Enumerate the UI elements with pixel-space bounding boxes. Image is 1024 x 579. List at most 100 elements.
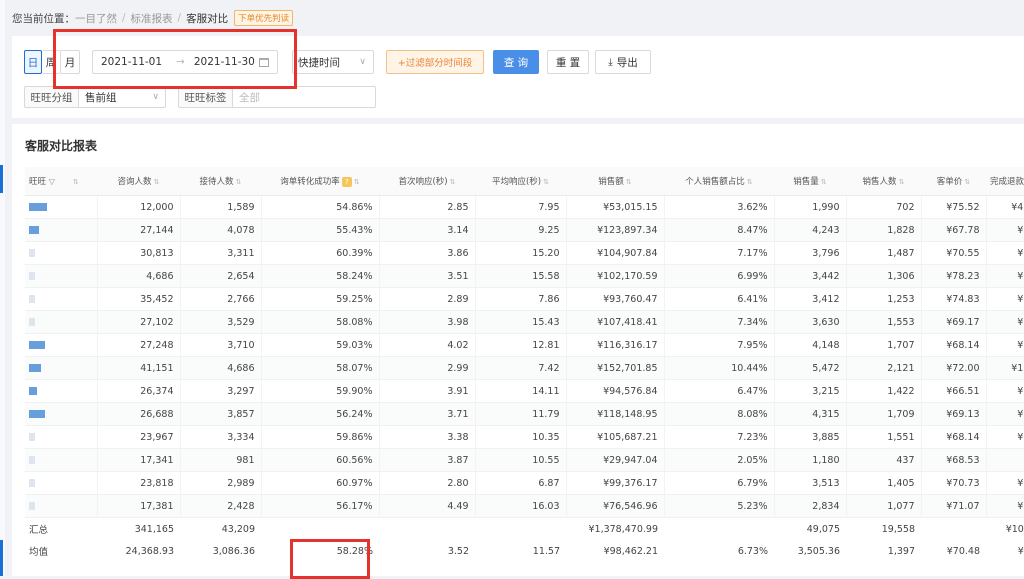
column-header[interactable]: 个人销售额占比 ⇅ <box>664 167 774 196</box>
table-cell: 59.25% <box>261 287 380 311</box>
table-cell: ¥123,897.34 <box>566 218 665 242</box>
tag-select[interactable]: 全部 <box>232 86 376 108</box>
table-row[interactable]: 41,151 4,686 58.07% 2.99 7.42 ¥152,701.85 10.4… <box>25 356 1024 380</box>
table-cell: 3.91 <box>379 379 476 403</box>
help-icon[interactable]: ? <box>341 177 352 187</box>
table-row[interactable]: 27,102 3,529 58.08% 3.98 15.43 ¥107,418.41 7.3… <box>25 310 1024 334</box>
table-cell: 27,248 <box>97 333 181 357</box>
table-cell: 2,989 <box>180 471 262 495</box>
summary-label: 汇总 <box>25 517 97 540</box>
export-button[interactable]: ⤓ 导出 <box>595 50 651 74</box>
column-header[interactable]: 完成退款金额⇅ <box>986 167 1024 196</box>
table-cell: ¥2,1 <box>986 448 1024 472</box>
cell-wangwang <box>25 448 98 472</box>
summary-cell: 49,075 <box>774 517 846 540</box>
table-cell: ¥66.51 <box>921 379 987 403</box>
tag-select-placeholder: 全部 <box>239 91 260 104</box>
summary-cell: 341,165 <box>97 517 180 540</box>
sort-icon[interactable]: ⇅ <box>450 178 456 186</box>
table-cell: 2,766 <box>180 287 262 311</box>
group-select[interactable]: 售前组 ∨ <box>78 86 166 108</box>
table-cell: 3.71 <box>379 402 476 426</box>
wangwang-avatar <box>29 502 35 510</box>
table-row[interactable]: 23,818 2,989 60.97% 2.80 6.87 ¥99,376.17 6.79%… <box>25 471 1024 495</box>
table-row[interactable]: 35,452 2,766 59.25% 2.89 7.86 ¥93,760.47 6.41%… <box>25 287 1024 311</box>
table-row[interactable]: 26,688 3,857 56.24% 3.71 11.79 ¥118,148.95 8.0… <box>25 402 1024 426</box>
reset-button[interactable]: 重 置 <box>547 50 589 74</box>
granularity-day-button[interactable]: 日 <box>24 50 42 74</box>
query-button[interactable]: 查 询 <box>493 50 539 74</box>
table-row[interactable]: 17,341 981 60.56% 3.87 10.55 ¥29,947.04 2.05% 1… <box>25 448 1024 472</box>
table-row[interactable]: 4,686 2,654 58.24% 3.51 15.58 ¥102,170.59 6.99… <box>25 264 1024 288</box>
date-end[interactable]: 2021-11-30 <box>194 56 255 68</box>
wangwang-avatar <box>29 456 35 464</box>
granularity-month-button[interactable]: 月 <box>60 50 80 74</box>
column-header[interactable]: 销售额 ⇅ <box>566 167 664 196</box>
table-cell: 7.17% <box>664 241 775 265</box>
summary-cell: 1,397 <box>846 540 921 562</box>
table-row[interactable]: 12,000 1,589 54.86% 2.85 7.95 ¥53,015.15 3.62%… <box>25 195 1024 219</box>
table-cell: 4,686 <box>97 264 181 288</box>
cell-wangwang <box>25 310 98 334</box>
table-cell: 2,654 <box>180 264 262 288</box>
sort-icon[interactable]: ⇅ <box>821 178 827 186</box>
table-row[interactable]: 17,381 2,428 56.17% 4.49 16.03 ¥76,546.96 5.23… <box>25 494 1024 518</box>
column-header[interactable]: 销售人数 ⇅ <box>846 167 921 196</box>
filter-icon[interactable]: ▽ <box>49 177 55 186</box>
table-row[interactable]: 26,374 3,297 59.90% 3.91 14.11 ¥94,576.84 6.47… <box>25 379 1024 403</box>
column-header[interactable]: 首次响应(秒) ⇅ <box>379 167 475 196</box>
summary-cell <box>664 517 774 540</box>
sort-icon[interactable]: ⇅ <box>73 178 79 186</box>
table-cell: 3,442 <box>774 264 847 288</box>
wangwang-avatar <box>29 387 37 395</box>
download-icon: ⤓ <box>608 56 613 68</box>
table-cell: 1,405 <box>846 471 922 495</box>
column-header[interactable]: 咨询人数 ⇅ <box>97 167 180 196</box>
sort-icon[interactable]: ⇅ <box>899 178 905 186</box>
summary-cell: 11.57 <box>475 540 566 562</box>
date-range-picker[interactable]: 2021-11-01 → 2021-11-30 <box>92 50 278 74</box>
column-header[interactable]: 接待人数 ⇅ <box>180 167 261 196</box>
table-cell: 3,529 <box>180 310 262 334</box>
column-header[interactable]: 平均响应(秒) ⇅ <box>475 167 566 196</box>
date-start[interactable]: 2021-11-01 <box>101 56 162 68</box>
sort-icon[interactable]: ⇅ <box>543 178 549 186</box>
calendar-icon <box>259 57 269 67</box>
table-row[interactable]: 27,144 4,078 55.43% 3.14 9.25 ¥123,897.34 8.47… <box>25 218 1024 242</box>
granularity-week-button[interactable]: 周 <box>42 50 60 74</box>
table-row[interactable]: 27,248 3,710 59.03% 4.02 12.81 ¥116,316.17 7.9… <box>25 333 1024 357</box>
exclude-period-button[interactable]: +过滤部分时间段 <box>386 50 484 74</box>
sort-icon[interactable]: ⇅ <box>626 178 632 186</box>
side-nav-strip <box>0 0 5 576</box>
table-cell: 702 <box>846 195 922 219</box>
sort-icon[interactable]: ⇅ <box>354 178 360 186</box>
column-header[interactable]: 询单转化成功率? ⇅ <box>261 167 379 196</box>
table-cell: 7.34% <box>664 310 775 334</box>
table-cell: 15.20 <box>475 241 567 265</box>
table-row[interactable]: 23,967 3,334 59.86% 3.38 10.35 ¥105,687.21 7.2… <box>25 425 1024 449</box>
cell-wangwang <box>25 494 98 518</box>
summary-row-average: 均值 24,368.93 3,086.36 58.28% 3.52 11.57 ¥98,46… <box>25 540 1024 562</box>
hint-badge[interactable]: 下单优先判读 <box>234 10 294 26</box>
breadcrumb-item[interactable]: 一目了然 <box>75 11 117 26</box>
wangwang-avatar <box>29 433 35 441</box>
side-nav-active-marker <box>0 165 3 193</box>
quick-time-select[interactable]: 快捷时间 ∨ <box>292 50 374 74</box>
column-header[interactable]: 销售量 ⇅ <box>774 167 846 196</box>
sort-icon[interactable]: ⇅ <box>154 178 160 186</box>
table-cell: 3,215 <box>774 379 847 403</box>
table-cell: 1,990 <box>774 195 847 219</box>
table-cell: 3,412 <box>774 287 847 311</box>
table-row[interactable]: 30,813 3,311 60.39% 3.86 15.20 ¥104,907.84 7.1… <box>25 241 1024 265</box>
table-cell: 7.42 <box>475 356 567 380</box>
sort-icon[interactable]: ⇅ <box>236 178 242 186</box>
sort-icon[interactable]: ⇅ <box>964 178 970 186</box>
sort-icon[interactable]: ⇅ <box>747 178 753 186</box>
table-cell: 17,381 <box>97 494 181 518</box>
column-header[interactable]: 客单价 ⇅ <box>921 167 986 196</box>
column-header[interactable]: 旺旺 ▽ ⇅ <box>25 167 97 196</box>
table-cell: ¥93,760.47 <box>566 287 665 311</box>
table-cell: 5.23% <box>664 494 775 518</box>
table-cell: ¥7,52 <box>986 287 1024 311</box>
breadcrumb-item[interactable]: 标准报表 <box>131 11 173 26</box>
